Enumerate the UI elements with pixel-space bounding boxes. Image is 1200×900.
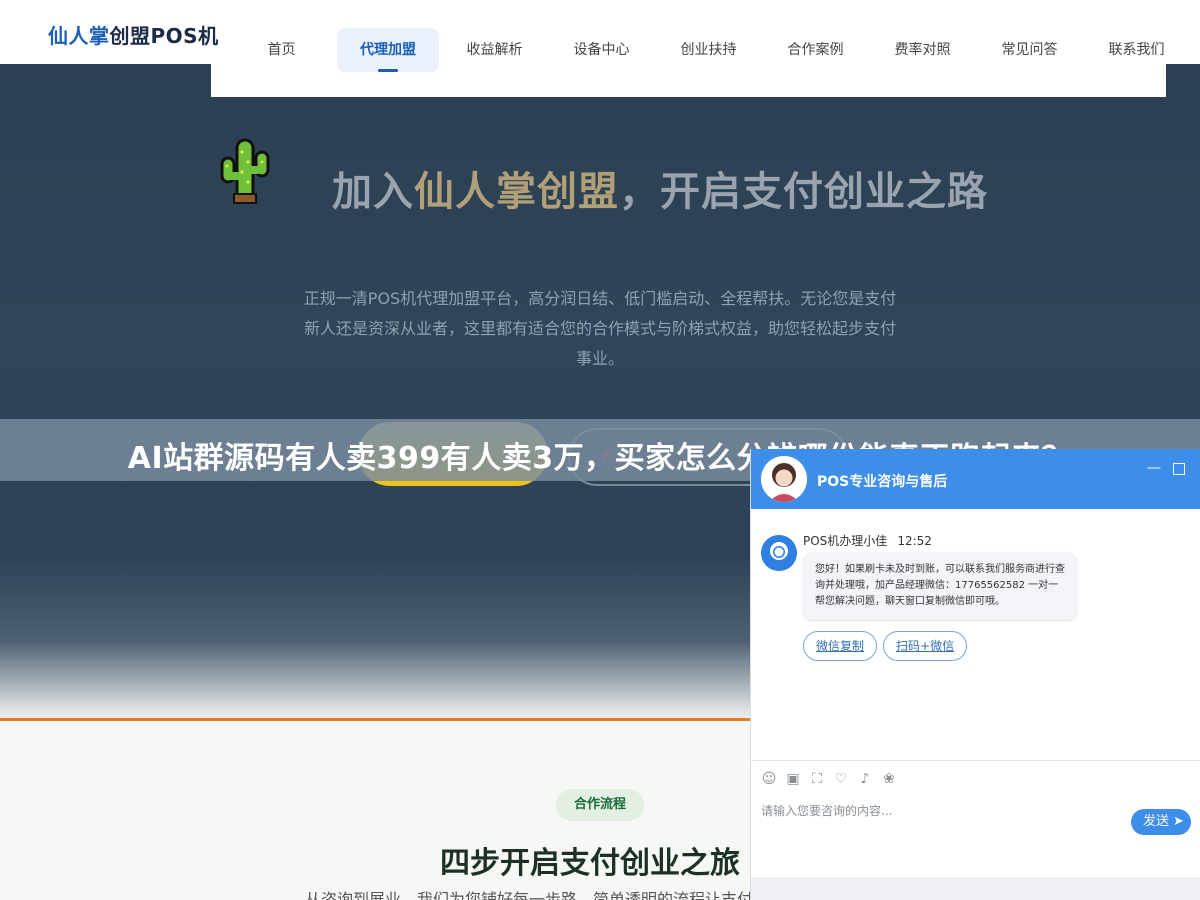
wechat-icon[interactable]: ❀: [881, 771, 897, 787]
section-divider: [0, 718, 760, 721]
nav-item-contact[interactable]: 联系我们: [1083, 28, 1190, 72]
send-label: 发送: [1143, 814, 1170, 829]
hero-title-prefix: 加入: [332, 169, 414, 215]
hero-description: 正规一清POS机代理加盟平台，高分润日结、低门槛启动、全程帮扶。无论您是支付新人…: [303, 289, 897, 368]
chat-input[interactable]: [761, 801, 1121, 821]
image-icon[interactable]: ▣: [785, 771, 801, 787]
nav-item-home[interactable]: 首页: [228, 28, 335, 72]
nav-item-support[interactable]: 创业扶持: [655, 28, 762, 72]
nav-item-label: 代理加盟: [360, 42, 416, 58]
emoji-icon[interactable]: ☺: [761, 771, 777, 787]
nav-item-cases[interactable]: 合作案例: [762, 28, 869, 72]
hero-title-highlight: 仙人掌创盟: [414, 169, 619, 215]
agent-name: POS机办理小佳: [803, 534, 888, 548]
chat-header: POS专业咨询与售后 —: [751, 449, 1200, 509]
nav-item-agent-join[interactable]: 代理加盟: [337, 28, 439, 72]
chat-footer: [751, 877, 1200, 900]
process-description: 从咨询到展业，我们为您铺好每一步路，简单透明的流程让支付: [305, 890, 754, 900]
message-sender: POS机办理小佳 12:52: [803, 532, 932, 549]
logo-text-brand: 仙人掌: [48, 24, 110, 48]
logo-text-suffix: 创盟POS机: [109, 24, 219, 48]
message-avatar: [761, 535, 797, 571]
main-nav: 首页 代理加盟 收益解析 设备中心 创业扶持 合作案例 费率对照 常见问答 联系…: [228, 28, 1190, 72]
message-actions: 微信复制 扫码+微信: [803, 631, 968, 661]
maximize-icon[interactable]: [1173, 463, 1185, 475]
chat-toolbar: ☺ ▣ ⛶ ♡ ♪ ❀: [751, 760, 1200, 796]
process-badge: 合作流程: [556, 789, 644, 821]
scan-wechat-button[interactable]: 扫码+微信: [883, 631, 968, 661]
minimize-icon[interactable]: —: [1147, 461, 1161, 475]
rating-icon[interactable]: ♡: [833, 771, 849, 787]
nav-item-rates[interactable]: 费率对照: [869, 28, 976, 72]
nav-item-devices[interactable]: 设备中心: [548, 28, 655, 72]
copy-wechat-button[interactable]: 微信复制: [803, 631, 878, 661]
screenshot-icon[interactable]: ⛶: [809, 771, 825, 787]
send-arrow-icon: ➤: [1173, 814, 1184, 829]
voice-icon[interactable]: ♪: [857, 771, 873, 787]
site-header: 仙人掌创盟POS机 首页 代理加盟 收益解析 设备中心 创业扶持 合作案例 费率…: [0, 0, 1200, 72]
message-time: 12:52: [897, 534, 932, 548]
chat-title: POS专业咨询与售后: [817, 474, 948, 490]
agent-avatar: [761, 456, 807, 502]
send-button[interactable]: 发送 ➤: [1131, 809, 1191, 835]
nav-item-faq[interactable]: 常见问答: [976, 28, 1083, 72]
chat-window: POS专业咨询与售后 — POS机办理小佳 12:52 您好！如果刷卡未及时到账，…: [750, 449, 1200, 900]
hero-title-suffix: ，开启支付创业之路: [619, 169, 988, 215]
process-title: 四步开启支付创业之旅: [440, 846, 740, 881]
nav-active-indicator: [378, 69, 398, 72]
message-bubble: 您好！如果刷卡未及时到账，可以联系我们服务商进行查询并处理哦，加产品经理微信：1…: [803, 552, 1077, 620]
hero-title: 加入仙人掌创盟，开启支付创业之路: [200, 159, 1120, 217]
site-logo[interactable]: 仙人掌创盟POS机: [48, 20, 219, 49]
nav-item-earnings[interactable]: 收益解析: [441, 28, 548, 72]
